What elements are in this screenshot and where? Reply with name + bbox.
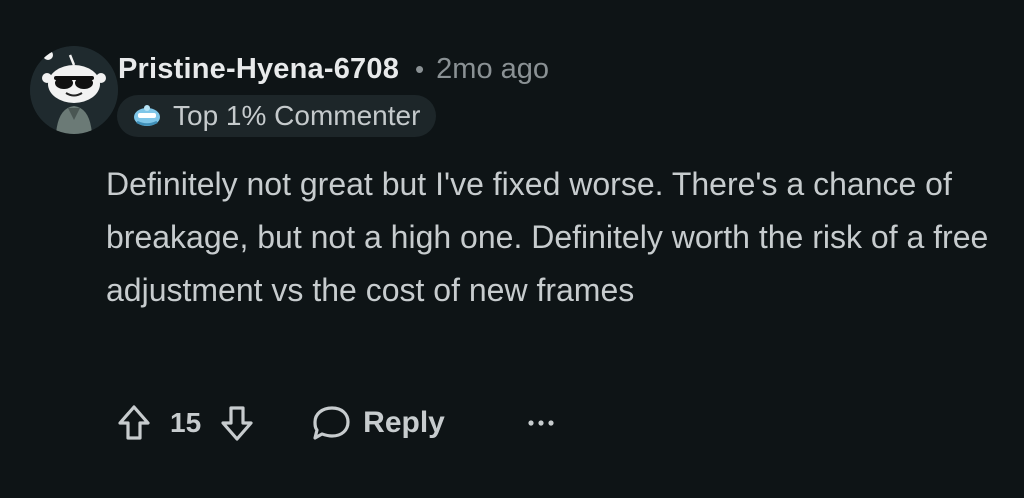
comment-header: Pristine-Hyena-6708 • 2mo ago bbox=[118, 48, 549, 90]
upvote-button[interactable] bbox=[112, 401, 156, 445]
reply-label: Reply bbox=[363, 406, 445, 439]
upvote-arrow-icon bbox=[118, 405, 150, 440]
ellipsis-icon bbox=[528, 420, 554, 426]
comment-actions: 15 Reply bbox=[112, 396, 561, 450]
reply-button[interactable]: Reply bbox=[311, 404, 445, 442]
separator-dot: • bbox=[415, 53, 425, 84]
timestamp: 2mo ago bbox=[436, 52, 550, 85]
snoo-avatar-icon bbox=[30, 46, 118, 134]
username[interactable]: Pristine-Hyena-6708 bbox=[118, 53, 399, 86]
vote-controls: 15 bbox=[112, 401, 259, 445]
commenter-badge-icon bbox=[131, 103, 163, 129]
downvote-arrow-icon bbox=[221, 406, 253, 441]
commenter-badge[interactable]: Top 1% Commenter bbox=[117, 95, 437, 137]
downvote-button[interactable] bbox=[215, 401, 259, 445]
badge-label: Top 1% Commenter bbox=[173, 100, 421, 131]
vote-score: 15 bbox=[170, 407, 202, 438]
more-options-button[interactable] bbox=[521, 403, 561, 443]
speech-bubble-icon bbox=[313, 406, 350, 440]
avatar[interactable] bbox=[30, 46, 118, 134]
comment: Pristine-Hyena-6708 • 2mo ago Top 1% Com… bbox=[0, 0, 1024, 498]
comment-body: Definitely not great but I've fixed wors… bbox=[106, 166, 989, 308]
